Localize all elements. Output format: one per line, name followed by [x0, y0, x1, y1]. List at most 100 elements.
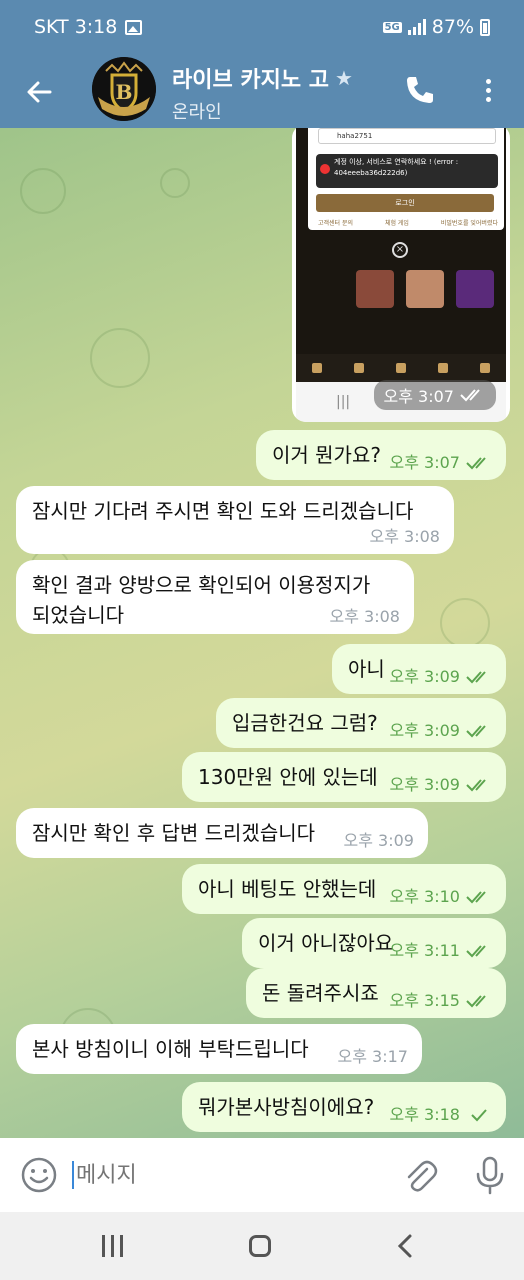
casino-logo-icon: B: [92, 57, 156, 121]
system-back-button[interactable]: [386, 1230, 426, 1262]
message-text: 이거 아니잖아요: [258, 931, 394, 955]
call-button[interactable]: [400, 70, 440, 110]
battery-icon: [480, 18, 490, 36]
message-meta: 오후 3:11: [390, 942, 492, 960]
phone-icon: [407, 77, 433, 103]
message-time: 오후 3:08: [329, 607, 400, 626]
more-options-button[interactable]: [474, 70, 502, 110]
message-time: 오후 3:18: [389, 1105, 460, 1124]
system-nav-bar: [0, 1212, 524, 1280]
back-button[interactable]: [18, 70, 62, 114]
chat-area[interactable]: haha2751 계정 이상, 서비스로 연락하세요 ! (error : 40…: [0, 128, 524, 1138]
message-meta: 오후 3:09: [390, 722, 492, 740]
message-bubble-incoming[interactable]: 잠시만 기다려 주시면 확인 도와 드리겠습니다 오후 3:08: [16, 486, 454, 554]
link-demo: 체험 게임: [384, 220, 409, 227]
message-text: 확인 결과 양방으로 확인되어 이용정지가 되었습니다: [32, 573, 371, 627]
image-timestamp: 오후 3:07: [373, 380, 496, 410]
double-check-icon: [466, 944, 492, 958]
doodle: [90, 328, 150, 388]
doodle: [20, 168, 66, 214]
chat-header: B 라이브 카지노 고 ★ 온라인: [0, 56, 524, 128]
avatar[interactable]: B: [92, 57, 156, 121]
game-tile: [456, 270, 494, 308]
error-message: 계정 이상, 서비스로 연락하세요 ! (error : 404eeeba36d…: [316, 154, 498, 188]
home-button[interactable]: [240, 1230, 280, 1262]
message-time: 오후 3:15: [389, 991, 460, 1010]
double-check-icon: [466, 994, 492, 1008]
message-input-bar: [0, 1138, 524, 1212]
game-tile: [356, 270, 394, 308]
dot-icon: [485, 96, 491, 102]
message-time: 오후 3:07: [389, 453, 460, 472]
error-text: 계정 이상, 서비스로 연락하세요 ! (error : 404eeeba36d…: [334, 158, 459, 177]
double-check-icon: [466, 778, 492, 792]
status-left: SKT 3:18: [34, 16, 143, 38]
message-text: 뭐가본사방침이에요?: [198, 1095, 375, 1119]
message-bubble-outgoing[interactable]: 아니 오후 3:09: [332, 644, 506, 694]
message-meta: 오후 3:10: [390, 888, 492, 906]
message-bubble-outgoing[interactable]: 130만원 안에 있는데 오후 3:09: [182, 752, 506, 802]
message-bubble-incoming[interactable]: 잠시만 확인 후 답변 드리겠습니다 오후 3:09: [16, 808, 428, 858]
emoji-icon: [21, 1157, 57, 1193]
recents-icon: |||: [336, 394, 351, 410]
close-icon: ×: [392, 242, 408, 258]
microphone-icon: [476, 1156, 504, 1195]
message-text: 입금한건요 그럼?: [232, 711, 378, 735]
signal-icon: [407, 19, 426, 35]
message-bubble-outgoing[interactable]: 입금한건요 그럼? 오후 3:09: [216, 698, 506, 748]
message-time: 오후 3:09: [389, 721, 460, 740]
message-meta: 오후 3:07: [390, 454, 492, 472]
chat-title: 라이브 카지노 고: [172, 68, 329, 93]
network-type: 5G: [382, 21, 402, 33]
message-bubble-outgoing[interactable]: 돈 돌려주시죠 오후 3:15: [246, 968, 506, 1018]
message-text: 이거 뭔가요?: [272, 443, 381, 467]
message-text: 아니 베팅도 안했는데: [198, 877, 377, 901]
message-text: 본사 방침이니 이해 부탁드립니다: [32, 1037, 309, 1061]
battery-percent: 87%: [431, 16, 474, 38]
image-message[interactable]: haha2751 계정 이상, 서비스로 연락하세요 ! (error : 40…: [292, 128, 510, 422]
dot-icon: [485, 87, 491, 93]
dot-icon: [485, 78, 491, 84]
message-time: 오후 3:10: [389, 887, 460, 906]
message-input-wrapper: [72, 1152, 372, 1198]
message-bubble-incoming[interactable]: 확인 결과 양방으로 확인되어 이용정지가 되었습니다 오후 3:08: [16, 560, 414, 634]
svg-text:B: B: [116, 80, 133, 104]
modal-links: 고객센터 문의 체험 게임 비밀번호를 잊어버렸다: [318, 218, 498, 227]
emoji-button[interactable]: [20, 1156, 58, 1194]
doodle: [160, 168, 190, 198]
login-button: 로그인: [316, 194, 494, 212]
message-time: 오후 3:08: [369, 527, 440, 546]
link-support: 고객센터 문의: [318, 220, 354, 227]
message-text: 130만원 안에 있는데: [198, 765, 378, 789]
chevron-left-icon: [397, 1234, 412, 1258]
image-time-text: 오후 3:07: [383, 387, 454, 406]
message-text: 잠시만 기다려 주시면 확인 도와 드리겠습니다: [32, 499, 414, 523]
message-time: 오후 3:09: [389, 775, 460, 794]
attach-button[interactable]: [400, 1156, 440, 1196]
doodle: [440, 598, 490, 648]
error-icon: [320, 164, 330, 174]
star-icon: ★: [335, 66, 353, 90]
double-check-icon: [466, 456, 492, 470]
message-bubble-outgoing[interactable]: 뭐가본사방침이에요? 오후 3:18: [182, 1082, 506, 1132]
message-bubble-incoming[interactable]: 본사 방침이니 이해 부탁드립니다 오후 3:17: [16, 1024, 422, 1074]
message-bubble-outgoing[interactable]: 이거 아니잖아요 오후 3:11: [242, 918, 506, 968]
chat-info[interactable]: 라이브 카지노 고 ★ 온라인: [172, 62, 372, 124]
message-time: 오후 3:17: [337, 1047, 408, 1066]
message-bubble-outgoing[interactable]: 아니 베팅도 안했는데 오후 3:10: [182, 864, 506, 914]
game-tile: [406, 270, 444, 308]
text-cursor: [72, 1161, 74, 1189]
message-text: 아니: [348, 657, 385, 681]
shared-screenshot: haha2751 계정 이상, 서비스로 연락하세요 ! (error : 40…: [296, 128, 506, 382]
double-check-icon: [466, 724, 492, 738]
message-bubble-outgoing[interactable]: 이거 뭔가요? 오후 3:07: [256, 430, 506, 480]
status-right: 5G 87%: [382, 16, 490, 38]
recents-button[interactable]: [92, 1230, 132, 1262]
message-meta: 오후 3:18: [390, 1106, 492, 1124]
message-meta: 오후 3:08: [330, 608, 400, 626]
message-input[interactable]: [76, 1162, 356, 1188]
voice-message-button[interactable]: [470, 1154, 510, 1196]
carrier-time: SKT 3:18: [34, 16, 118, 38]
message-meta: 오후 3:09: [344, 832, 414, 850]
double-check-icon: [466, 890, 492, 904]
